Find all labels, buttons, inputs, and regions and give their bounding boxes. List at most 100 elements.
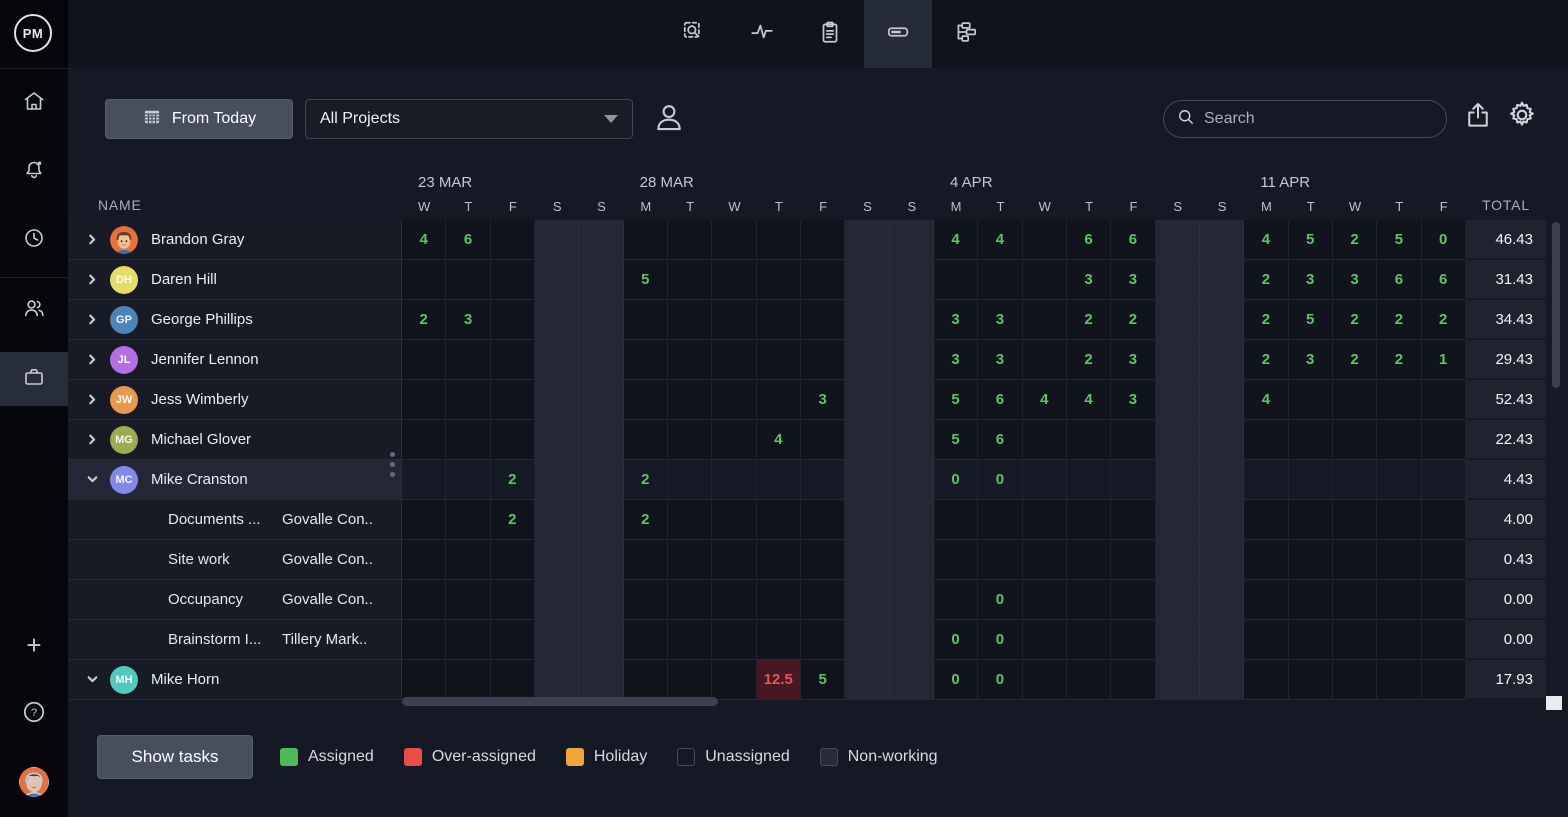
allocation-cell[interactable] bbox=[579, 300, 623, 340]
allocation-cell[interactable] bbox=[712, 260, 756, 300]
allocation-cell[interactable]: 2 bbox=[624, 460, 668, 500]
allocation-cell[interactable] bbox=[402, 540, 446, 580]
allocation-cell[interactable] bbox=[1200, 380, 1244, 420]
allocation-cell[interactable]: 3 bbox=[1111, 380, 1155, 420]
allocation-cell[interactable] bbox=[1067, 540, 1111, 580]
allocation-cell[interactable]: 2 bbox=[1377, 340, 1421, 380]
allocation-cell[interactable] bbox=[1200, 340, 1244, 380]
allocation-cell[interactable]: 2 bbox=[1422, 300, 1466, 340]
tab-portfolio[interactable] bbox=[932, 0, 1000, 68]
allocation-cell[interactable] bbox=[757, 380, 801, 420]
tab-board[interactable] bbox=[796, 0, 864, 68]
allocation-cell[interactable] bbox=[1023, 540, 1067, 580]
sidebar-item-team[interactable] bbox=[0, 283, 68, 337]
allocation-cell[interactable] bbox=[446, 500, 490, 540]
allocation-cell[interactable] bbox=[446, 260, 490, 300]
allocation-cell[interactable] bbox=[535, 260, 579, 300]
allocation-cell[interactable] bbox=[757, 540, 801, 580]
allocation-cell[interactable]: 3 bbox=[1289, 260, 1333, 300]
allocation-cell[interactable] bbox=[1422, 380, 1466, 420]
allocation-cell[interactable] bbox=[1156, 500, 1200, 540]
allocation-cell[interactable]: 4 bbox=[1244, 220, 1288, 260]
vertical-scrollbar[interactable] bbox=[1552, 222, 1560, 388]
allocation-cell[interactable] bbox=[712, 380, 756, 420]
chevron-down-icon[interactable] bbox=[84, 472, 100, 488]
allocation-cell[interactable]: 6 bbox=[978, 420, 1022, 460]
allocation-cell[interactable] bbox=[1156, 420, 1200, 460]
allocation-cell[interactable] bbox=[890, 340, 934, 380]
allocation-cell[interactable] bbox=[712, 620, 756, 660]
sidebar-item-add[interactable]: + bbox=[0, 618, 68, 672]
allocation-cell[interactable] bbox=[624, 420, 668, 460]
chevron-right-icon[interactable] bbox=[84, 392, 100, 408]
allocation-cell[interactable]: 1 bbox=[1422, 340, 1466, 380]
sidebar-item-help[interactable]: ? bbox=[0, 687, 68, 741]
allocation-cell[interactable] bbox=[1200, 220, 1244, 260]
allocation-cell[interactable]: 0 bbox=[1422, 220, 1466, 260]
allocation-cell[interactable] bbox=[1200, 620, 1244, 660]
allocation-cell[interactable]: 0 bbox=[978, 660, 1022, 700]
allocation-cell[interactable] bbox=[1377, 500, 1421, 540]
allocation-cell[interactable] bbox=[1377, 380, 1421, 420]
allocation-cell[interactable] bbox=[890, 660, 934, 700]
allocation-cell[interactable] bbox=[712, 300, 756, 340]
allocation-cell[interactable] bbox=[668, 300, 712, 340]
allocation-cell[interactable] bbox=[624, 660, 668, 700]
allocation-cell[interactable]: 2 bbox=[1244, 300, 1288, 340]
allocation-cell[interactable] bbox=[1377, 620, 1421, 660]
allocation-cell[interactable] bbox=[446, 540, 490, 580]
allocation-cell[interactable] bbox=[845, 260, 889, 300]
allocation-cell[interactable] bbox=[446, 460, 490, 500]
allocation-cell[interactable]: 2 bbox=[491, 460, 535, 500]
row-name-cell[interactable]: GPGeorge Phillips bbox=[68, 300, 402, 340]
sidebar-item-profile[interactable] bbox=[0, 755, 68, 809]
allocation-cell[interactable] bbox=[757, 580, 801, 620]
allocation-cell[interactable] bbox=[1200, 500, 1244, 540]
allocation-cell[interactable] bbox=[535, 340, 579, 380]
allocation-cell[interactable] bbox=[1333, 500, 1377, 540]
allocation-cell[interactable]: 6 bbox=[1067, 220, 1111, 260]
allocation-cell[interactable]: 2 bbox=[1333, 220, 1377, 260]
row-name-cell[interactable]: Brandon Gray bbox=[68, 220, 402, 260]
row-name-cell[interactable]: OccupancyGovalle Con.. bbox=[68, 580, 402, 620]
allocation-cell[interactable]: 3 bbox=[978, 300, 1022, 340]
allocation-cell[interactable]: 2 bbox=[1067, 300, 1111, 340]
allocation-cell[interactable] bbox=[668, 460, 712, 500]
allocation-cell[interactable] bbox=[801, 540, 845, 580]
allocation-cell[interactable] bbox=[845, 340, 889, 380]
allocation-cell[interactable] bbox=[1023, 500, 1067, 540]
chevron-right-icon[interactable] bbox=[84, 352, 100, 368]
row-name-cell[interactable]: DHDaren Hill bbox=[68, 260, 402, 300]
allocation-cell[interactable] bbox=[1067, 620, 1111, 660]
allocation-cell[interactable] bbox=[402, 500, 446, 540]
allocation-cell[interactable] bbox=[801, 580, 845, 620]
allocation-cell[interactable] bbox=[1377, 540, 1421, 580]
allocation-cell[interactable] bbox=[712, 660, 756, 700]
allocation-cell[interactable] bbox=[579, 460, 623, 500]
allocation-cell[interactable] bbox=[1156, 660, 1200, 700]
allocation-cell[interactable] bbox=[890, 620, 934, 660]
allocation-cell[interactable] bbox=[1023, 460, 1067, 500]
allocation-cell[interactable] bbox=[491, 660, 535, 700]
allocation-cell[interactable] bbox=[1244, 500, 1288, 540]
allocation-cell[interactable] bbox=[1244, 420, 1288, 460]
allocation-cell[interactable] bbox=[1067, 660, 1111, 700]
allocation-cell[interactable] bbox=[845, 660, 889, 700]
settings-button[interactable] bbox=[1504, 98, 1540, 136]
allocation-cell[interactable] bbox=[757, 260, 801, 300]
allocation-cell[interactable] bbox=[978, 260, 1022, 300]
allocation-cell[interactable]: 5 bbox=[1289, 220, 1333, 260]
allocation-cell[interactable] bbox=[535, 300, 579, 340]
allocation-cell[interactable] bbox=[1377, 660, 1421, 700]
allocation-cell[interactable]: 0 bbox=[934, 620, 978, 660]
allocation-cell[interactable]: 4 bbox=[934, 220, 978, 260]
allocation-cell[interactable]: 2 bbox=[1244, 260, 1288, 300]
search-input[interactable] bbox=[1204, 110, 1404, 128]
chevron-right-icon[interactable] bbox=[84, 432, 100, 448]
allocation-cell[interactable] bbox=[491, 300, 535, 340]
allocation-cell[interactable] bbox=[1200, 580, 1244, 620]
allocation-cell[interactable] bbox=[845, 500, 889, 540]
allocation-cell[interactable] bbox=[712, 220, 756, 260]
allocation-cell[interactable] bbox=[402, 620, 446, 660]
row-name-cell[interactable]: Brainstorm I...Tillery Mark.. bbox=[68, 620, 402, 660]
